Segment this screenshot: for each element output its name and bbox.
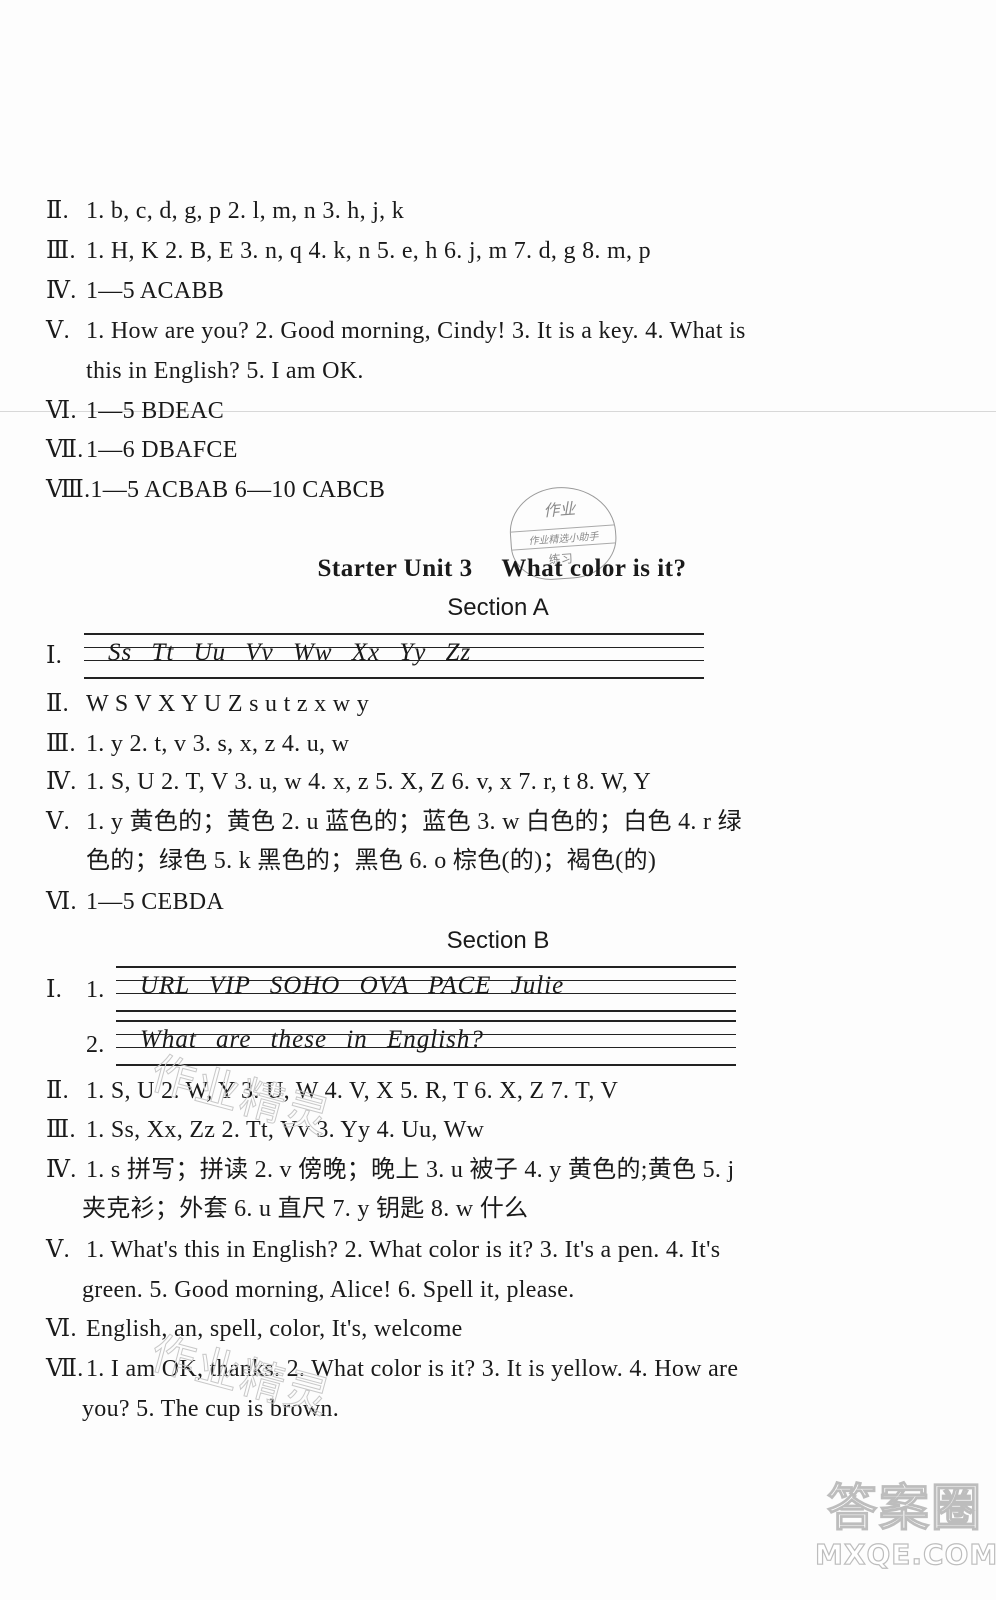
answer-line: Ⅲ. 1. H, K 2. B, E 3. n, q 4. k, n 5. e, … <box>46 238 651 264</box>
answer-line: Ⅲ. 1. y 2. t, v 3. s, x, z 4. u, w <box>46 731 350 757</box>
answer-line: Ⅴ. 1. y 黄色的；黄色 2. u 蓝色的；蓝色 3. w 白色的；白色 4.… <box>46 809 742 835</box>
handwriting-letters: Ss Tt Uu Vv Ww Xx Yy Zz <box>108 639 472 666</box>
answer-key-page: Ⅱ. 1. b, c, d, g, p 2. l, m, n 3. h, j, k… <box>0 0 996 1600</box>
answer-line-continuation: 夹克衫；外套 6. u 直尺 7. y 钥匙 8. w 什么 <box>82 1196 529 1222</box>
answer-line-continuation: 色的；绿色 5. k 黑色的；黑色 6. o 棕色(的)；褐色(的) <box>86 848 657 874</box>
section-b-heading: Section B <box>446 927 550 954</box>
answer-line: Ⅴ. 1. How are you? 2. Good morning, Cindy… <box>46 318 746 344</box>
stamp-middle-text: 作业精选小助手 <box>510 524 616 551</box>
answer-line-continuation: green. 5. Good morning, Alice! 6. Spell … <box>82 1277 575 1303</box>
answer-line-continuation: this in English? 5. I am OK. <box>86 358 364 384</box>
answer-line: Ⅵ. 1—5 BDEAC <box>46 398 225 424</box>
site-watermark-logo: 答案圈 MXQE.COM <box>814 1478 996 1572</box>
section-a-heading: Section A <box>447 594 549 621</box>
four-line-writing-grid: Ss Tt Uu Vv Ww Xx Yy Zz <box>84 633 704 679</box>
unit-title: Starter Unit 3 What color is it? <box>0 554 996 584</box>
four-line-writing-grid: URL VIP SOHO OVA PACE Julie <box>116 966 736 1012</box>
unit-topic: What color is it? <box>501 555 687 582</box>
answer-line: Ⅴ. 1. What's this in English? 2. What col… <box>46 1237 721 1263</box>
answer-line: Ⅳ. 1—5 ACABB <box>46 278 225 304</box>
answer-line: Ⅷ.1—5 ACBAB 6—10 CABCB <box>46 477 386 503</box>
answer-line: Ⅱ. 1. b, c, d, g, p 2. l, m, n 3. h, j, k <box>46 198 405 224</box>
stamp-top-text: 作业 <box>542 499 577 521</box>
writing-label: Ⅰ. 1. <box>46 977 105 1003</box>
watermark-logo-cn: 答案圈 <box>826 1478 983 1537</box>
writing-sub-label: 2. <box>86 1032 105 1058</box>
watermark-logo-en: MXQE.COM <box>814 1537 996 1571</box>
answer-line: Ⅳ. 1. S, U 2. T, V 3. u, w 4. x, z 5. X, … <box>46 769 652 795</box>
answer-line: Ⅱ. W S V X Y U Z s u t z x w y <box>46 691 369 717</box>
answer-line: Ⅶ. 1—6 DBAFCE <box>46 437 238 463</box>
unit-number: Starter Unit 3 <box>317 555 473 582</box>
handwriting-words: URL VIP SOHO OVA PACE Julie <box>140 972 565 999</box>
answer-line: Ⅵ. English, an, spell, color, It's, welco… <box>46 1316 463 1342</box>
writing-label: Ⅰ. <box>46 643 63 669</box>
answer-line: Ⅵ. 1—5 CEBDA <box>46 889 225 915</box>
answer-line: Ⅳ. 1. s 拼写；拼读 2. v 傍晚；晚上 3. u 被子 4. y 黄色的… <box>46 1157 735 1183</box>
